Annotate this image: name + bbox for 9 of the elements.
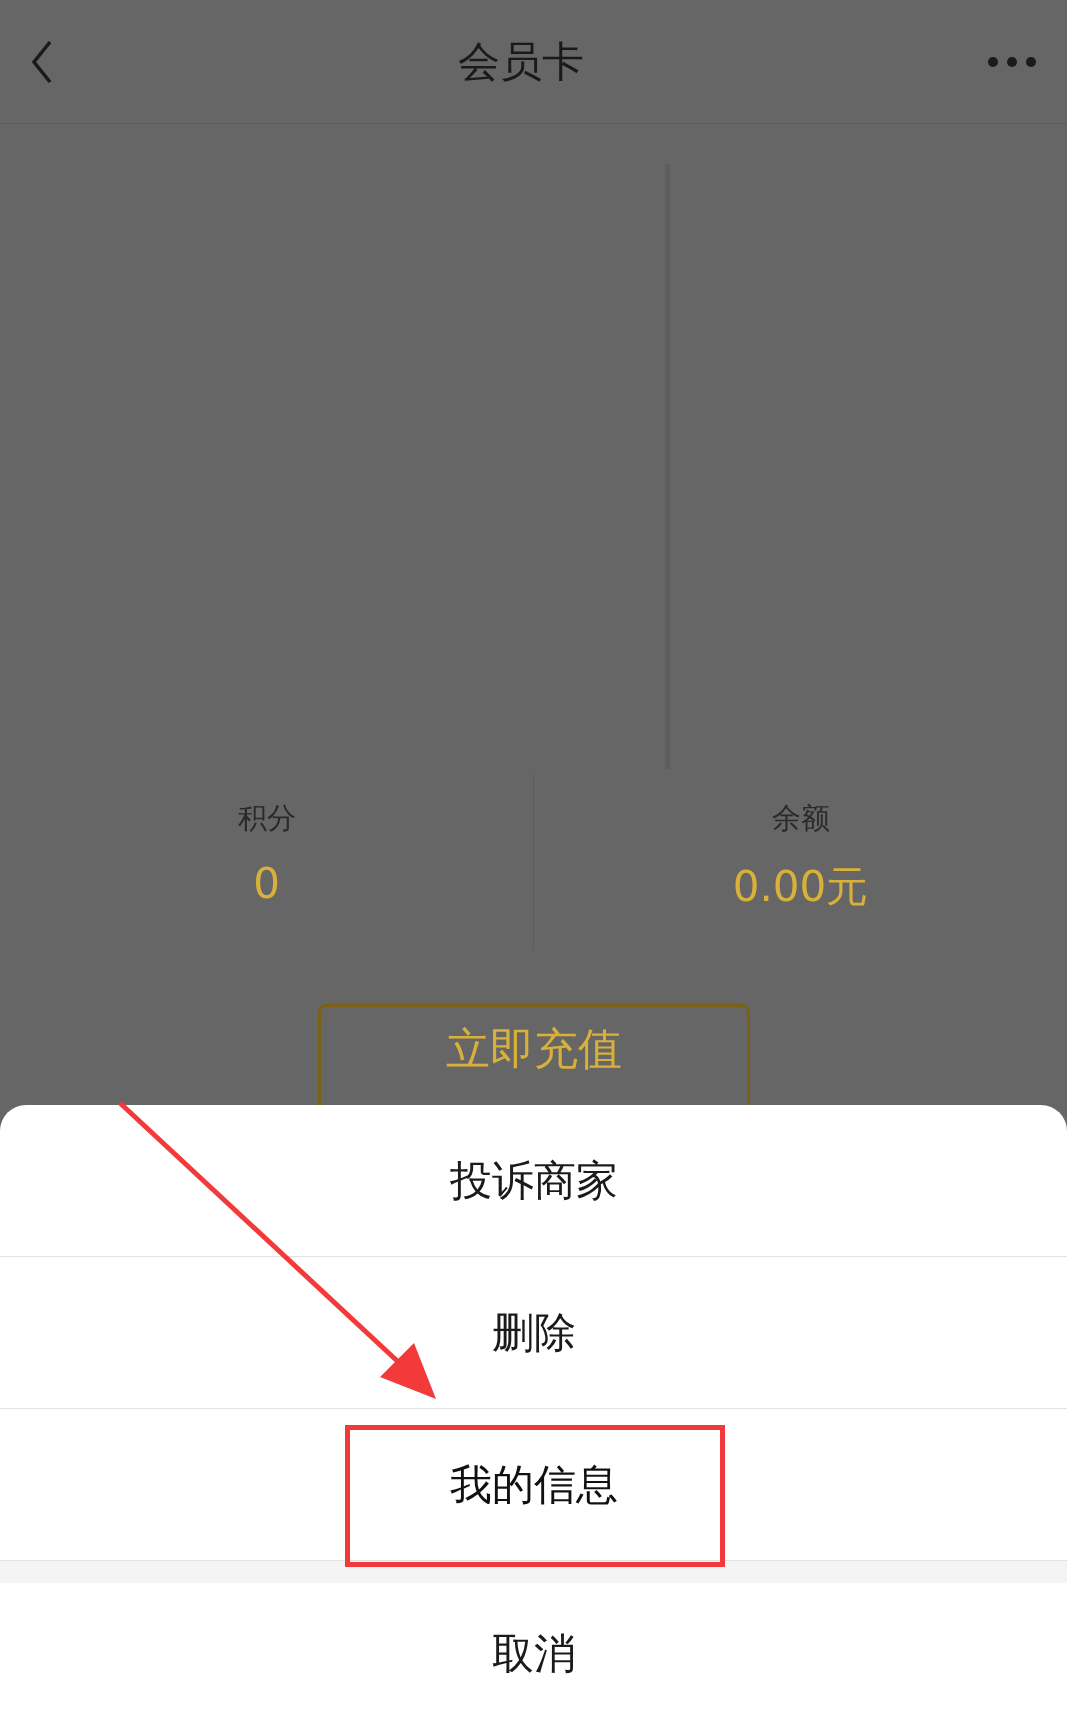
- stat-label: 积分: [237, 800, 296, 837]
- stat-value: 0: [253, 859, 280, 908]
- more-icon[interactable]: [987, 55, 1037, 68]
- cancel-item[interactable]: 取消: [0, 1583, 1067, 1725]
- menu-item[interactable]: 投诉商家: [0, 1105, 1067, 1257]
- stat-label: 余额: [771, 800, 830, 837]
- stat-value: 0.00元: [732, 861, 869, 913]
- back-icon[interactable]: [30, 39, 54, 84]
- page-title: 会员卡: [457, 35, 584, 88]
